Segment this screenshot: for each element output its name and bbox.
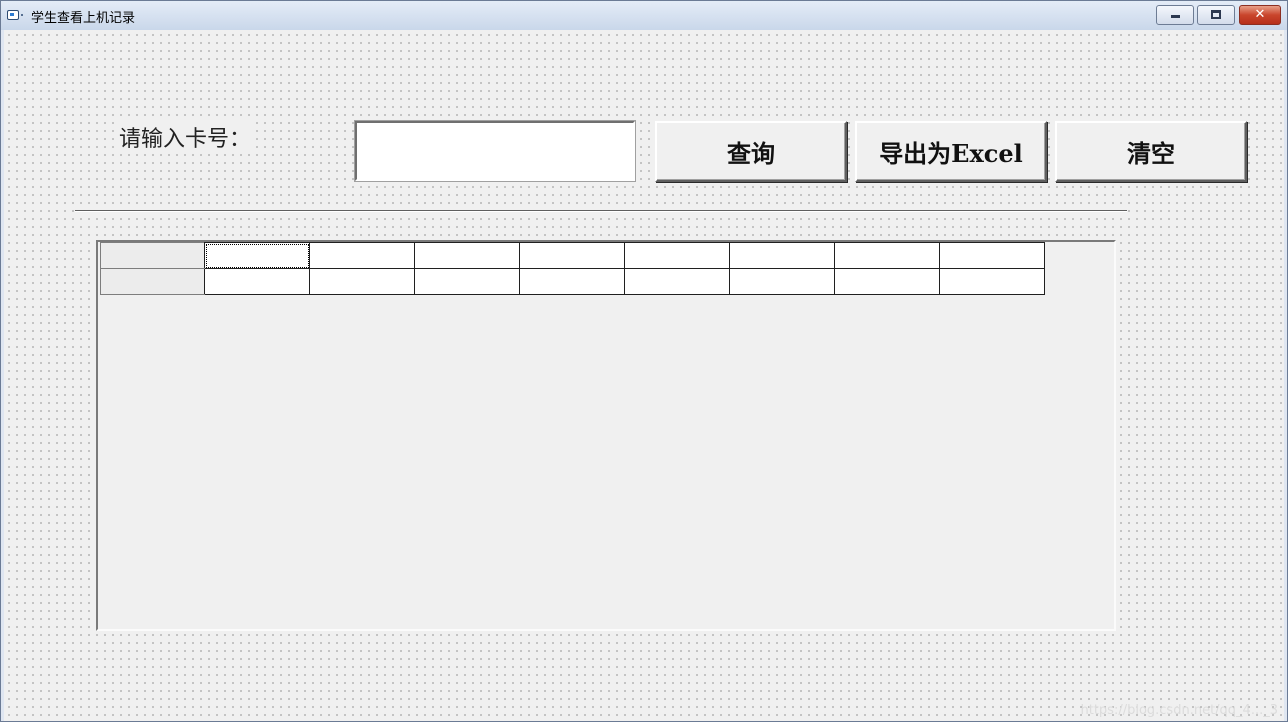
maximize-icon bbox=[1211, 10, 1221, 19]
grid-cell[interactable] bbox=[834, 268, 940, 295]
grid-cell[interactable] bbox=[519, 242, 625, 269]
row-header-cell bbox=[100, 242, 205, 269]
minimize-icon bbox=[1171, 15, 1180, 18]
app-window: 学生查看上机记录 ✕ 请输入卡号： 查询 导出为Excel 清空 https:/… bbox=[0, 0, 1288, 722]
grid-cell[interactable] bbox=[624, 242, 730, 269]
app-form-icon[interactable] bbox=[7, 10, 23, 20]
separator-line bbox=[75, 210, 1127, 212]
window-title: 学生查看上机记录 bbox=[31, 11, 136, 26]
maximize-button[interactable] bbox=[1197, 5, 1235, 25]
table-row bbox=[100, 268, 1045, 295]
query-button[interactable]: 查询 bbox=[655, 121, 847, 182]
minimize-button[interactable] bbox=[1156, 5, 1194, 25]
grid-cell[interactable] bbox=[414, 242, 520, 269]
grid-cell[interactable] bbox=[309, 242, 415, 269]
row-header-cell bbox=[100, 268, 205, 295]
card-number-label: 请输入卡号： bbox=[116, 121, 255, 153]
grid-cell[interactable] bbox=[414, 268, 520, 295]
grid-cell[interactable] bbox=[939, 242, 1045, 269]
export-excel-button[interactable]: 导出为Excel bbox=[855, 121, 1047, 182]
grid-cell[interactable] bbox=[624, 268, 730, 295]
grid-cell[interactable] bbox=[519, 268, 625, 295]
records-grid[interactable] bbox=[96, 240, 1116, 631]
form-client-area: 请输入卡号： 查询 导出为Excel 清空 https://blog.csdn.… bbox=[4, 30, 1284, 721]
grid-cell[interactable] bbox=[834, 242, 940, 269]
grid-cell[interactable] bbox=[204, 242, 310, 269]
table-row bbox=[100, 242, 1045, 269]
card-number-input[interactable] bbox=[354, 120, 636, 182]
grid-cell[interactable] bbox=[204, 268, 310, 295]
clear-button[interactable]: 清空 bbox=[1055, 121, 1247, 182]
grid-cell[interactable] bbox=[729, 268, 835, 295]
grid-cell[interactable] bbox=[309, 268, 415, 295]
watermark: https://blog.csdn.net/qq_4..._3 bbox=[1080, 703, 1278, 718]
grid-cell[interactable] bbox=[939, 268, 1045, 295]
title-bar[interactable]: 学生查看上机记录 ✕ bbox=[1, 1, 1287, 30]
close-icon: ✕ bbox=[1254, 7, 1266, 22]
close-button[interactable]: ✕ bbox=[1239, 5, 1281, 25]
grid-cell[interactable] bbox=[729, 242, 835, 269]
records-table bbox=[100, 242, 1045, 295]
